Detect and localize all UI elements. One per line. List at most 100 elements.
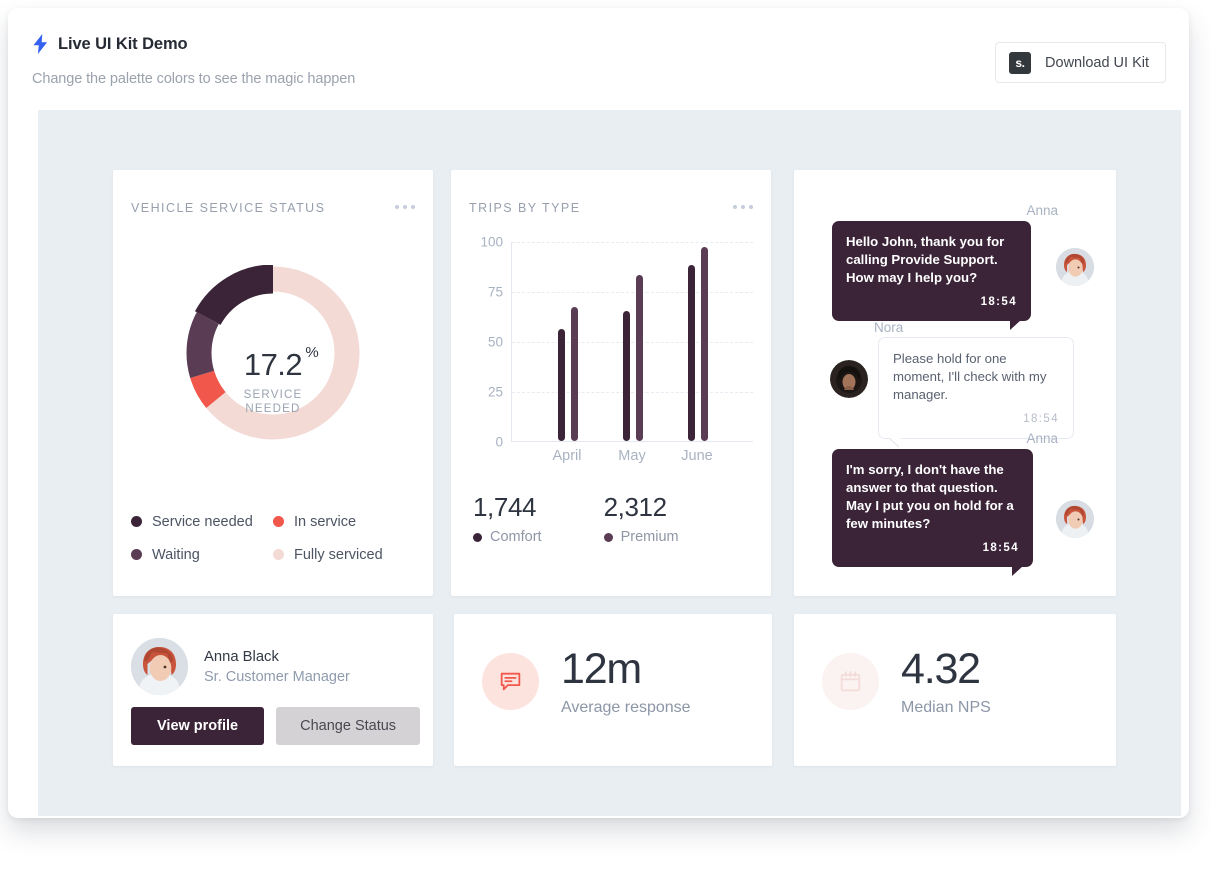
bubble-tail: [889, 437, 900, 447]
app-window: Live UI Kit Demo Change the palette colo…: [8, 8, 1189, 818]
profile-role: Sr. Customer Manager: [204, 668, 350, 685]
calendar-icon: [822, 653, 879, 710]
x-tick-label: April: [552, 448, 582, 464]
anna-avatar[interactable]: [1056, 248, 1094, 286]
bar-comfort-april[interactable]: [558, 329, 565, 441]
view-profile-button[interactable]: View profile: [131, 707, 265, 745]
legend-dot-icon: [131, 516, 142, 527]
stat-label-row: Comfort: [473, 529, 542, 545]
legend-dot-icon: [131, 549, 142, 560]
bar-premium-june[interactable]: [701, 247, 708, 441]
message-time: 18:54: [1023, 413, 1059, 425]
legend-item[interactable]: Fully serviced: [273, 538, 415, 571]
x-axis: April May June: [511, 448, 753, 468]
average-response-card: 12m Average response: [454, 614, 772, 766]
ellipsis-icon[interactable]: [395, 205, 415, 209]
gridline: [512, 392, 753, 393]
median-nps-card: 4.32 Median NPS: [794, 614, 1116, 766]
chat-thread: Anna Hello John, thank you for calling P…: [794, 170, 1116, 596]
card-title: TRIPS BY TYPE: [469, 201, 581, 215]
chat-bubble-incoming[interactable]: Please hold for one moment, I'll check w…: [878, 337, 1074, 447]
chat-bubble-outgoing[interactable]: I'm sorry, I don't have the answer to th…: [832, 449, 1033, 576]
message-text: Please hold for one moment, I'll check w…: [893, 351, 1047, 402]
metric: 12m Average response: [482, 646, 691, 717]
y-tick-label: 25: [487, 384, 503, 400]
message-time: 18:54: [980, 296, 1017, 308]
bar-comfort-june[interactable]: [688, 265, 695, 441]
gridline: [512, 342, 753, 343]
stat-dot-icon: [473, 532, 482, 542]
message-sender-name: Anna: [1026, 203, 1058, 218]
y-tick-label: 50: [487, 334, 503, 350]
stat-label: Comfort: [490, 529, 542, 545]
profile-name: Anna Black: [204, 648, 279, 665]
stat-label: Premium: [620, 529, 679, 545]
metric-label: Median NPS: [901, 699, 991, 716]
chat-bubble-icon: [482, 653, 539, 710]
legend-item[interactable]: Service needed: [131, 505, 273, 538]
change-status-button[interactable]: Change Status: [276, 707, 421, 745]
nora-avatar[interactable]: [830, 360, 868, 398]
download-button-label: Download UI Kit: [1045, 54, 1149, 71]
sketch-badge-icon: s.: [1009, 51, 1032, 74]
legend-label: In service: [294, 513, 357, 530]
trips-by-type-card: TRIPS BY TYPE 100 75 50 25 0 April May J…: [451, 170, 771, 596]
legend-item[interactable]: Waiting: [131, 538, 273, 571]
message-sender-name: Anna: [1026, 431, 1058, 446]
metric: 4.32 Median NPS: [822, 646, 991, 717]
page-subtitle: Change the palette colors to see the mag…: [32, 71, 356, 87]
stat-label-row: Premium: [603, 529, 679, 545]
vehicle-service-status-card: VEHICLE SERVICE STATUS 17.2 % SERVICE NE…: [113, 170, 433, 596]
metric-text: 4.32 Median NPS: [901, 646, 991, 717]
bubble-tail: [1012, 566, 1023, 576]
y-axis: 100 75 50 25 0: [469, 235, 503, 450]
x-tick-label: June: [681, 448, 713, 464]
metric-label: Average response: [561, 699, 691, 716]
y-tick-label: 75: [487, 284, 503, 300]
download-ui-kit-button[interactable]: s. Download UI Kit: [995, 42, 1166, 83]
bubble-tail: [1010, 320, 1021, 330]
ellipsis-icon[interactable]: [733, 205, 753, 209]
y-tick-label: 100: [480, 234, 503, 250]
lightning-bolt-icon: [33, 34, 48, 54]
profile-card: Anna Black Sr. Customer Manager View pro…: [113, 614, 433, 766]
anna-avatar[interactable]: [1056, 500, 1094, 538]
x-tick-label: May: [618, 448, 646, 464]
stat-dot-icon: [603, 532, 613, 542]
y-tick-label: 0: [495, 434, 503, 450]
message-sender-name: Nora: [874, 320, 904, 335]
legend-item[interactable]: In service: [273, 505, 415, 538]
legend-label: Service needed: [152, 513, 253, 530]
trip-stats: 1,744 Comfort 2,312 Premium: [473, 492, 679, 545]
chat-card: Anna Hello John, thank you for calling P…: [794, 170, 1116, 596]
bar-premium-april[interactable]: [571, 307, 578, 441]
message-text: Hello John, thank you for calling Provid…: [846, 234, 1005, 285]
metric-value: 12m: [561, 645, 642, 693]
chat-bubble-outgoing[interactable]: Hello John, thank you for calling Provid…: [832, 221, 1031, 330]
stat-value: 2,312: [603, 492, 667, 522]
bar-chart: 100 75 50 25 0 April May June: [469, 235, 753, 482]
profile-text: Anna Black Sr. Customer Manager: [204, 647, 350, 687]
profile-actions: View profile Change Status: [131, 707, 421, 745]
dashboard-panel: VEHICLE SERVICE STATUS 17.2 % SERVICE NE…: [38, 110, 1181, 816]
bar-premium-may[interactable]: [636, 275, 643, 441]
stat-value: 1,744: [473, 492, 537, 522]
legend-dot-icon: [273, 549, 284, 560]
card-title: VEHICLE SERVICE STATUS: [131, 201, 326, 215]
donut-chart: 17.2% SERVICE NEEDED: [184, 264, 362, 446]
stat-premium: 2,312 Premium: [603, 492, 679, 545]
gridline: [512, 292, 753, 293]
message-time: 18:54: [982, 542, 1019, 554]
legend-label: Waiting: [152, 546, 200, 563]
metric-value: 4.32: [901, 645, 981, 693]
gridline: [512, 242, 753, 243]
page-title: Live UI Kit Demo: [58, 34, 188, 53]
brand: Live UI Kit Demo: [32, 34, 188, 54]
bar-comfort-may[interactable]: [623, 311, 630, 441]
message-text: I'm sorry, I don't have the answer to th…: [846, 462, 1014, 531]
legend-dot-icon: [273, 516, 284, 527]
page-header: Live UI Kit Demo Change the palette colo…: [8, 8, 1189, 104]
plot-area: [511, 242, 753, 442]
anna-black-avatar[interactable]: [131, 638, 188, 695]
metric-text: 12m Average response: [561, 646, 691, 717]
